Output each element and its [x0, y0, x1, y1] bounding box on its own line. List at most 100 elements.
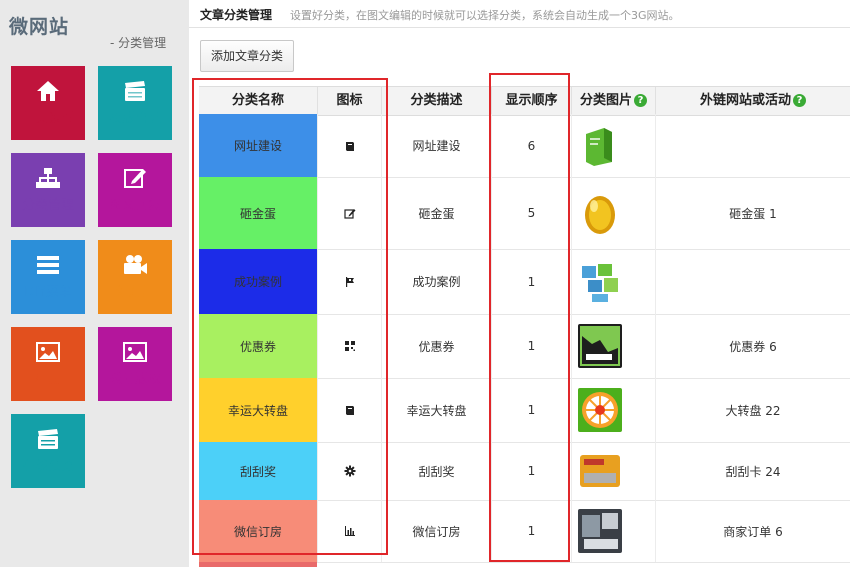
category-icon-cell	[317, 249, 381, 314]
col-header-name: 分类名称	[231, 93, 284, 108]
category-name-cell: 优惠券	[199, 314, 317, 378]
category-desc: 砸金蛋	[418, 206, 455, 221]
category-thumbnail[interactable]	[578, 509, 622, 553]
category-image-cell	[571, 442, 655, 500]
category-thumbnail[interactable]	[578, 191, 622, 235]
tile-label: 在线预览	[21, 459, 74, 474]
col-header-order: 显示顺序	[491, 87, 571, 115]
category-name-cell: 网址建设	[199, 114, 317, 177]
display-order: 1	[527, 403, 536, 417]
table-row[interactable]: 微信订房 微信订房 1 商家订单 6	[199, 500, 850, 563]
category-icon-cell	[317, 114, 381, 177]
category-name: 幸运大转盘	[227, 403, 288, 418]
add-category-button[interactable]: 添加文章分类	[200, 40, 294, 72]
tile-category-manage[interactable]: 分类管理	[11, 153, 85, 227]
tile-album[interactable]: 相册	[11, 327, 85, 401]
external-link[interactable]: 砸金蛋 1	[729, 205, 776, 222]
category-desc-cell: 砸金蛋	[381, 177, 491, 249]
tile-label: 相册	[34, 372, 61, 387]
video-camera-icon	[124, 255, 147, 274]
category-thumbnail[interactable]	[578, 259, 622, 304]
category-icon-cell	[317, 442, 381, 500]
col-header-link-label: 外链网站或活动	[699, 93, 791, 108]
category-thumbnail[interactable]	[578, 449, 622, 493]
category-name-cell: 微信订房	[199, 500, 317, 562]
tile-home-settings[interactable]: 首页设置	[11, 66, 85, 140]
display-order-cell: 1	[491, 500, 571, 562]
table-row-partial	[199, 562, 850, 567]
tile-label: 分类管理	[21, 198, 74, 213]
flag-icon	[345, 276, 354, 287]
breadcrumb: - 分类管理	[110, 36, 167, 50]
category-desc-cell: 优惠券	[381, 314, 491, 378]
picture-icon	[36, 342, 60, 362]
tile-dial-copyright[interactable]: 拨号版权	[98, 327, 172, 401]
category-name-cell: 刮刮奖	[199, 442, 317, 500]
category-desc-cell: 网址建设	[381, 114, 491, 177]
table-row[interactable]: 砸金蛋 砸金蛋 5 砸金蛋 1	[199, 177, 850, 250]
category-icon-cell	[317, 177, 381, 249]
external-link[interactable]: 刮刮卡 24	[725, 463, 780, 480]
display-order-cell: 1	[491, 249, 571, 314]
book-icon	[345, 141, 354, 151]
external-link-cell	[655, 114, 850, 177]
book-icon	[345, 406, 354, 415]
external-link[interactable]: 大转盘 22	[725, 402, 780, 419]
table-header: 分类名称 图标 分类描述 显示顺序 分类图片? 外链网站或活动?	[199, 86, 850, 116]
display-order: 1	[527, 274, 536, 289]
display-order: 5	[527, 206, 536, 220]
external-link-cell	[655, 249, 850, 314]
display-order-cell: 1	[491, 378, 571, 442]
category-desc-cell: 成功案例	[381, 249, 491, 314]
display-order-cell: 1	[491, 442, 571, 500]
tile-label: 拨号版权	[108, 372, 161, 387]
display-order-cell: 6	[491, 114, 571, 177]
external-link[interactable]: 商家订单 6	[723, 523, 782, 540]
page-header: 文章分类管理 设置好分类，在图文编辑的时候就可以选择分类，系统会自动生成一个3G…	[189, 0, 850, 28]
tile-online-preview[interactable]: 在线预览	[11, 414, 85, 488]
external-link-cell: 大转盘 22	[655, 378, 850, 442]
external-link[interactable]: 优惠券 6	[729, 338, 776, 355]
edit-icon	[124, 169, 146, 188]
help-icon[interactable]: ?	[634, 94, 647, 107]
main-panel: 文章分类管理 设置好分类，在图文编辑的时候就可以选择分类，系统会自动生成一个3G…	[189, 0, 850, 567]
category-image-cell	[571, 177, 655, 249]
category-thumbnail[interactable]	[578, 388, 622, 432]
tile-slideshow[interactable]: 幻灯片	[98, 240, 172, 314]
category-desc: 优惠券	[418, 339, 455, 354]
category-desc-cell: 刮刮奖	[381, 442, 491, 500]
col-header-image-label: 分类图片	[579, 93, 632, 108]
tile-label: 幻灯片	[115, 285, 155, 300]
category-desc: 网址建设	[412, 139, 461, 153]
tile-article-reply[interactable]: 图文回复	[98, 153, 172, 227]
picture-icon	[123, 342, 147, 362]
category-desc-cell: 微信订房	[381, 500, 491, 562]
tile-template-manage[interactable]: 模版管理	[98, 66, 172, 140]
external-link-cell: 砸金蛋 1	[655, 177, 850, 249]
gear-icon	[344, 465, 355, 477]
col-header-desc: 分类描述	[381, 87, 491, 115]
table-row[interactable]: 幸运大转盘 幸运大转盘 1 大转盘 22	[199, 378, 850, 443]
display-order: 1	[527, 524, 536, 538]
display-order: 6	[527, 138, 536, 153]
table-row[interactable]: 成功案例 成功案例 1	[199, 249, 850, 315]
table-row[interactable]: 刮刮奖 刮刮奖 1 刮刮卡 24	[199, 442, 850, 501]
category-icon-cell	[317, 378, 381, 442]
edit-icon	[343, 209, 355, 219]
tile-diy-menu[interactable]: DIY菜单	[11, 240, 85, 314]
brand-title: 微网站	[9, 16, 70, 38]
table-row[interactable]: 优惠券 优惠券 1 优惠券 6	[199, 314, 850, 379]
external-link-cell: 刮刮卡 24	[655, 442, 850, 500]
help-icon[interactable]: ?	[793, 94, 806, 107]
category-thumbnail[interactable]	[578, 123, 622, 168]
tile-label: 首页设置	[21, 111, 74, 126]
col-header-image: 分类图片?	[571, 87, 655, 115]
category-desc: 刮刮奖	[418, 464, 455, 479]
display-order: 1	[527, 464, 536, 478]
category-image-cell	[571, 249, 655, 314]
category-image-cell	[571, 378, 655, 442]
category-image-cell	[571, 314, 655, 378]
table-row[interactable]: 网址建设 网址建设 6	[199, 114, 850, 178]
page-hint: 设置好分类，在图文编辑的时候就可以选择分类，系统会自动生成一个3G网站。	[290, 9, 680, 22]
category-thumbnail[interactable]	[578, 324, 622, 368]
